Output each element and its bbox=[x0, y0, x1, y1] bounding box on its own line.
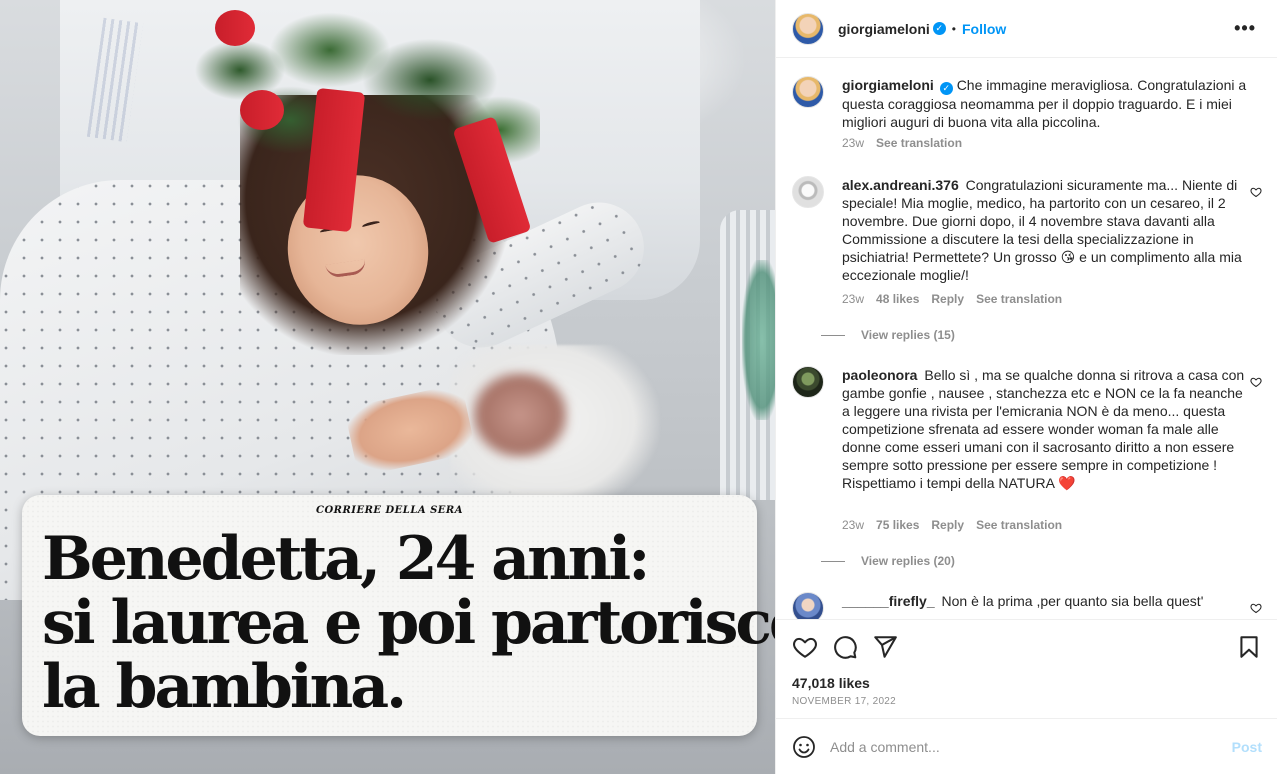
comment-meta: 23w 75 likes Reply See translation bbox=[842, 518, 1062, 532]
caption-meta: 23w See translation bbox=[842, 136, 962, 150]
likes-count[interactable]: 47,018 likes bbox=[792, 675, 870, 691]
comment-like-icon[interactable] bbox=[1250, 376, 1262, 388]
verified-badge-icon: ✓ bbox=[939, 82, 953, 95]
follow-button[interactable]: Follow bbox=[962, 21, 1006, 37]
comment: ______firefly_ Non è la prima ,per quant… bbox=[792, 592, 1262, 619]
newspaper-masthead: CORRIERE DELLA SERA bbox=[315, 505, 463, 516]
reply-button[interactable]: Reply bbox=[931, 518, 964, 532]
post-header: giorgiameloni ✓ • Follow ••• bbox=[776, 0, 1277, 58]
view-replies-label: View replies (20) bbox=[861, 554, 955, 568]
avatar[interactable] bbox=[792, 366, 824, 398]
bookmark-icon[interactable] bbox=[1236, 634, 1262, 660]
baby-blurred bbox=[470, 370, 570, 460]
likes-count[interactable]: 75 likes bbox=[876, 518, 919, 532]
post-button[interactable]: Post bbox=[1232, 739, 1262, 755]
caption-text: giorgiameloni ✓ Che immagine meravigliosa… bbox=[842, 76, 1247, 131]
comment-username[interactable]: alex.andreani.376 bbox=[842, 177, 959, 193]
avatar[interactable] bbox=[792, 76, 824, 108]
heart-icon[interactable] bbox=[792, 634, 818, 660]
comment-text: ______firefly_ Non è la prima ,per quant… bbox=[842, 592, 1247, 610]
headline-card: CORRIERE DELLA SERA Benedetta, 24 anni: … bbox=[22, 495, 775, 736]
verified-badge-icon: ✓ bbox=[932, 22, 946, 35]
comment-like-icon[interactable] bbox=[1250, 602, 1262, 614]
timestamp[interactable]: 23w bbox=[842, 136, 864, 150]
replies-line bbox=[821, 560, 845, 562]
comments-list[interactable]: giorgiameloni ✓ Che immagine meravigliosa… bbox=[776, 58, 1277, 620]
comment-meta: 23w 48 likes Reply See translation bbox=[842, 292, 1062, 306]
avatar[interactable] bbox=[792, 12, 824, 45]
headline-line: Benedetta, 24 anni: bbox=[42, 524, 650, 594]
separator-dot: • bbox=[951, 21, 956, 36]
comment-like-icon[interactable] bbox=[1250, 186, 1262, 198]
header-username[interactable]: giorgiameloni bbox=[838, 21, 930, 37]
comment: alex.andreani.376 Congratulazioni sicura… bbox=[792, 176, 1262, 346]
view-replies-label: View replies (15) bbox=[861, 328, 955, 342]
ribbon bbox=[215, 10, 255, 46]
background-toy bbox=[742, 260, 775, 420]
comment: paoleonora Bello sì , ma se qualche donn… bbox=[792, 366, 1262, 568]
see-translation-button[interactable]: See translation bbox=[976, 292, 1062, 306]
reply-button[interactable]: Reply bbox=[931, 292, 964, 306]
ribbon bbox=[240, 90, 284, 130]
more-options-icon[interactable]: ••• bbox=[1234, 18, 1256, 39]
see-translation-button[interactable]: See translation bbox=[876, 136, 962, 150]
share-icon[interactable] bbox=[872, 634, 898, 660]
view-replies-button[interactable]: View replies (15) bbox=[821, 328, 955, 342]
post-date[interactable]: November 17, 2022 bbox=[792, 696, 896, 707]
headline-line: si laurea e poi partorisce bbox=[42, 588, 775, 658]
comment-body: Bello sì , ma se qualche donna si ritrov… bbox=[842, 367, 1245, 491]
timestamp[interactable]: 23w bbox=[842, 292, 864, 306]
headline-line: la bambina. bbox=[42, 652, 407, 722]
post-image[interactable]: CORRIERE DELLA SERA Benedetta, 24 anni: … bbox=[0, 0, 775, 774]
add-comment-input[interactable] bbox=[830, 738, 1232, 755]
emoji-icon[interactable] bbox=[792, 735, 816, 759]
headline: Benedetta, 24 anni: si laurea e poi part… bbox=[42, 524, 775, 722]
comment-text: alex.andreani.376 Congratulazioni sicura… bbox=[842, 176, 1247, 284]
timestamp[interactable]: 23w bbox=[842, 518, 864, 532]
comment-username[interactable]: ______firefly_ bbox=[842, 593, 935, 609]
action-bar bbox=[776, 620, 1277, 672]
comment-body: Non è la prima ,per quanto sia bella que… bbox=[941, 593, 1204, 609]
comment-icon[interactable] bbox=[832, 634, 858, 660]
comment-text: paoleonora Bello sì , ma se qualche donn… bbox=[842, 366, 1247, 492]
replies-line bbox=[821, 334, 845, 336]
caption-username[interactable]: giorgiameloni bbox=[842, 77, 934, 93]
caption: giorgiameloni ✓ Che immagine meravigliosa… bbox=[792, 76, 1262, 156]
add-comment-bar: Post bbox=[776, 718, 1277, 774]
likes-count[interactable]: 48 likes bbox=[876, 292, 919, 306]
post-panel: giorgiameloni ✓ • Follow ••• giorgiamelo… bbox=[775, 0, 1277, 774]
comment-username[interactable]: paoleonora bbox=[842, 367, 917, 383]
see-translation-button[interactable]: See translation bbox=[976, 518, 1062, 532]
view-replies-button[interactable]: View replies (20) bbox=[821, 554, 955, 568]
avatar[interactable] bbox=[792, 592, 824, 619]
avatar[interactable] bbox=[792, 176, 824, 208]
